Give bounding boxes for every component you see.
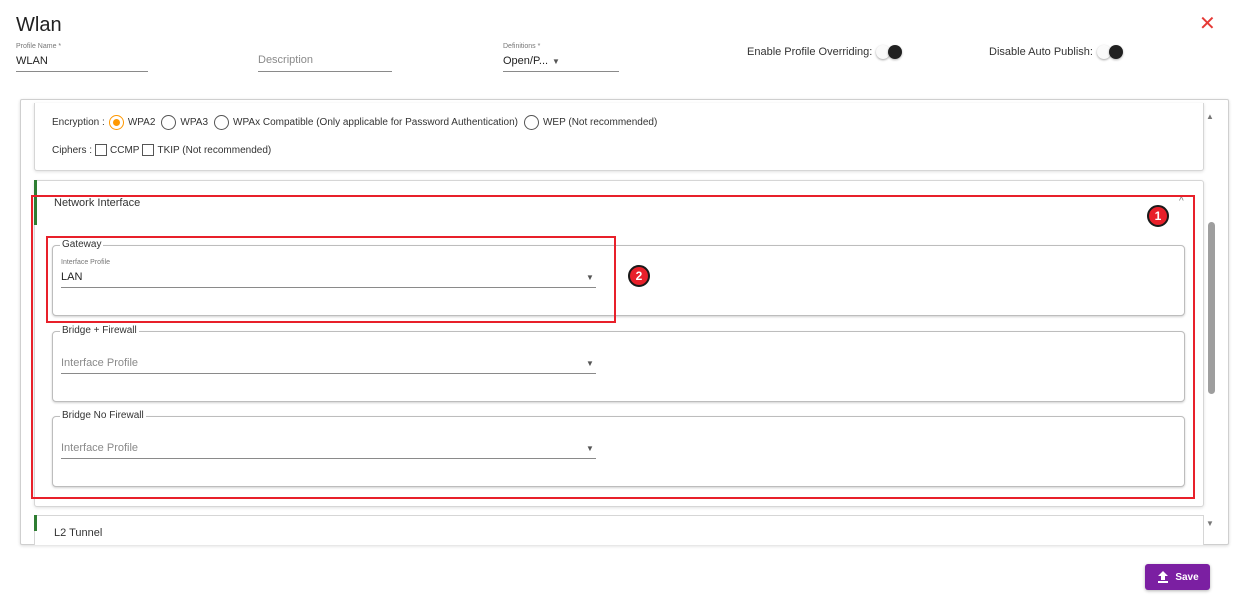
radio-wpa3[interactable]: [161, 115, 177, 130]
disable-auto-publish: Disable Auto Publish:: [989, 45, 1123, 59]
radio-wpa2-label[interactable]: WPA2: [128, 117, 156, 128]
radio-wep-label[interactable]: WEP (Not recommended): [543, 117, 657, 128]
definitions-value[interactable]: Open/P...: [503, 54, 619, 68]
checkbox-ccmp[interactable]: [95, 144, 108, 156]
disable-auto-publish-label: Disable Auto Publish:: [989, 46, 1093, 58]
save-button[interactable]: Save: [1145, 564, 1210, 590]
upload-icon: [1158, 571, 1169, 583]
checkbox-tkip-label[interactable]: TKIP (Not recommended): [157, 145, 271, 156]
ciphers-label: Ciphers :: [52, 144, 93, 156]
enable-profile-overriding-toggle[interactable]: [876, 45, 903, 59]
chevron-down-icon[interactable]: ▼: [552, 57, 560, 66]
scroll-up-icon[interactable]: ▲: [1206, 112, 1214, 121]
page-title: Wlan: [16, 14, 62, 36]
checkbox-tkip[interactable]: [142, 144, 155, 156]
encryption-card: [34, 103, 1204, 171]
definitions-label: Definitions *: [503, 43, 541, 50]
l2-tunnel-title[interactable]: L2 Tunnel: [54, 527, 102, 539]
radio-wpax-compatible[interactable]: [214, 115, 230, 130]
ciphers-row: Ciphers : CCMP TKIP (Not recommended): [52, 144, 271, 156]
close-icon[interactable]: ✕: [1199, 14, 1216, 34]
radio-wpa2[interactable]: [108, 115, 124, 130]
section-indicator: [34, 515, 37, 531]
definitions-select[interactable]: Definitions * Open/P... ▼: [503, 42, 619, 72]
radio-wpax-compatible-label[interactable]: WPAx Compatible (Only applicable for Pas…: [233, 117, 518, 128]
profile-name-field[interactable]: Profile Name * WLAN: [16, 42, 148, 72]
enable-profile-overriding: Enable Profile Overriding:: [747, 45, 903, 59]
radio-wpa3-label[interactable]: WPA3: [180, 117, 208, 128]
encryption-row: Encryption : WPA2 WPA3 WPAx Compatible (…: [52, 115, 657, 130]
save-button-label: Save: [1175, 571, 1199, 583]
description-field[interactable]: Description: [258, 42, 392, 72]
profile-name-label: Profile Name *: [16, 43, 62, 50]
scroll-down-icon[interactable]: ▼: [1206, 519, 1214, 528]
scrollbar-thumb[interactable]: [1208, 222, 1215, 394]
annotation-badge-1: 1: [1147, 205, 1169, 227]
l2-tunnel-card: L2 Tunnel: [34, 515, 1204, 545]
annotation-box-2: [46, 236, 616, 323]
enable-profile-overriding-label: Enable Profile Overriding:: [747, 46, 873, 58]
description-placeholder[interactable]: Description: [258, 54, 392, 66]
checkbox-ccmp-label[interactable]: CCMP: [110, 145, 139, 156]
profile-name-value[interactable]: WLAN: [16, 54, 148, 68]
radio-wep[interactable]: [523, 115, 539, 130]
encryption-label: Encryption :: [52, 117, 105, 128]
annotation-badge-2: 2: [628, 265, 650, 287]
disable-auto-publish-toggle[interactable]: [1096, 45, 1123, 59]
